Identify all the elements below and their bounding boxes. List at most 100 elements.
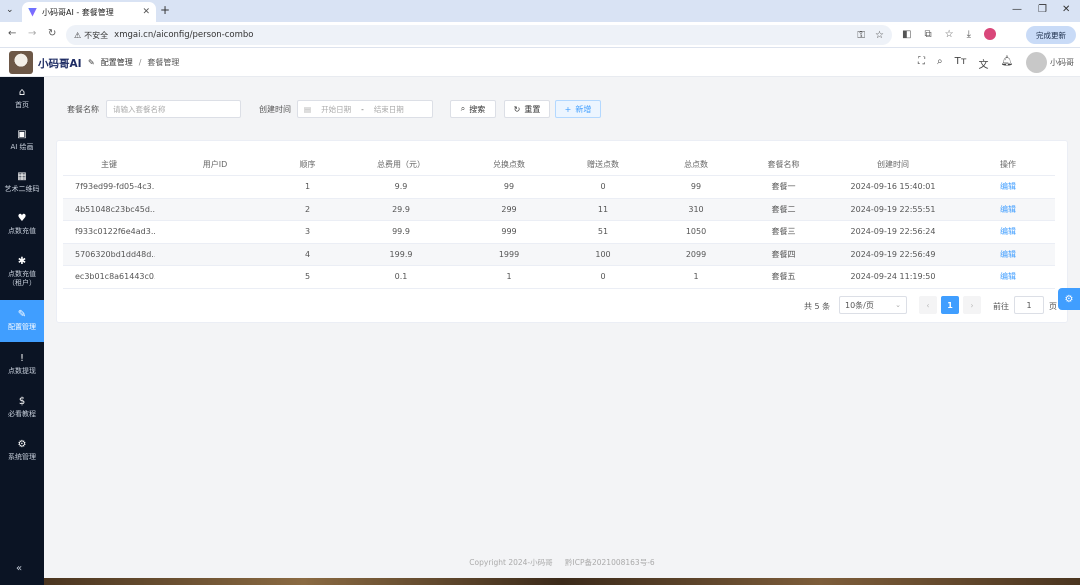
tab-close-icon[interactable]: ✕ [142,7,150,17]
heart-icon: ♥ [17,213,27,224]
url-text[interactable]: xmgai.cn/aiconfig/person-combo [114,30,253,40]
cell-created: 2024-09-24 11:19:50 [825,265,961,289]
cell-id: ec3b01c8a61443c0... [63,265,155,289]
window-close-icon[interactable]: ✕ [1062,4,1070,15]
prev-page-button[interactable]: ‹ [919,296,937,314]
pagination: 共 5 条 10条/页 ⌄ ‹ 1 › 前往 1 页 [57,296,1057,314]
translate-extension-icon[interactable]: ◧ [902,29,911,40]
cell-created: 2024-09-16 15:40:01 [825,175,961,199]
plus-icon: + [564,104,572,114]
breadcrumb-item[interactable]: 配置管理 [101,57,133,68]
sidebar-item-withdraw[interactable]: ! 点数提现 [0,345,44,385]
url-bar[interactable]: ⚠ 不安全 xmgai.cn/aiconfig/person-combo ⚿ ☆ [66,25,892,45]
forward-icon[interactable]: → [28,28,36,39]
edit-link[interactable]: 编辑 [961,198,1055,221]
profile-icon[interactable] [983,28,996,40]
sidebar-item-ai-draw[interactable]: ▣ AI 绘画 [0,121,44,161]
package-name-placeholder: 请输入套餐名称 [113,104,166,114]
update-button[interactable]: 完成更新 [1026,26,1076,44]
restore-icon[interactable]: ❐ [1038,4,1047,15]
sidebar-item-config[interactable]: ✎ 配置管理 [0,300,44,342]
package-table-card: 主键 用户ID 顺序 总费用（元） 兑换点数 赠送点数 总点数 套餐名称 创建时… [56,140,1068,323]
column-header: 总点数 [650,153,742,176]
reload-icon[interactable]: ↻ [48,28,56,39]
collapse-sidebar-icon[interactable]: « [16,563,22,574]
security-label: 不安全 [84,30,109,40]
table-row: f933c0122f6e4ad3... 3 99.9 999 51 1050 套… [63,220,1055,244]
next-page-button[interactable]: › [963,296,981,314]
edit-link[interactable]: 编辑 [961,265,1055,289]
cell-name: 套餐二 [742,198,825,221]
page-number-current[interactable]: 1 [941,296,959,314]
search-button[interactable]: ⌕ 搜索 [450,100,496,118]
extensions-icon[interactable]: ⧉ [924,29,931,40]
sidebar-item-tutorial[interactable]: $ 必看教程 [0,388,44,428]
column-header: 套餐名称 [742,153,825,176]
bookmarks-icon[interactable]: ☆ [945,29,954,40]
cell-fee: 99.9 [340,220,462,244]
avatar[interactable] [1026,52,1047,73]
edit-link[interactable]: 编辑 [961,220,1055,244]
sidebar-item-recharge[interactable]: ♥ 点数充值 [0,205,44,245]
tab-search-chevron-icon[interactable]: ⌄ [6,5,14,15]
brand-name: 小码哥AI [38,58,82,70]
pagination-total: 共 5 条 [804,302,831,311]
reset-button[interactable]: ↻ 重置 [504,100,550,118]
warning-icon: ⚠ [74,30,82,40]
sidebar-item-label: 必看教程 [8,410,36,418]
search-form: 套餐名称 请输入套餐名称 创建时间 ▤ 开始日期 - 结束日期 ⌕ 搜索 ↻ 重… [56,89,1068,131]
page-size-value: 10条/页 [845,300,874,310]
settings-float-button[interactable]: ⚙ [1058,288,1080,310]
icp-link[interactable]: 黔ICP备2021008163号-6 [565,558,655,567]
browser-tab[interactable]: 小码哥AI - 套餐管理 ✕ [22,2,156,22]
date-range-separator: - [361,104,364,114]
goto-page-input[interactable]: 1 [1014,296,1044,314]
cell-created: 2024-09-19 22:55:51 [825,198,961,221]
cell-order: 5 [275,265,340,289]
cell-name: 套餐五 [742,265,825,289]
main-content: 套餐名称 请输入套餐名称 创建时间 ▤ 开始日期 - 结束日期 ⌕ 搜索 ↻ 重… [44,77,1080,578]
cell-order: 1 [275,175,340,199]
page-size-select[interactable]: 10条/页 ⌄ [839,296,907,314]
table-row: 7f93ed99-fd05-4c3... 1 9.9 99 0 99 套餐一 2… [63,175,1055,199]
gear-icon: ⚙ [17,439,27,450]
footer: Copyright 2024-小码哥 黔ICP备2021008163号-6 [44,557,1080,568]
column-header: 操作 [961,153,1055,176]
sidebar-item-home[interactable]: ⌂ 首页 [0,79,44,119]
back-icon[interactable]: ← [8,28,16,39]
sidebar-item-recharge-tenant[interactable]: ✱ 点数充值（租户） [0,249,44,295]
cell-user-id [155,265,275,289]
minimize-icon[interactable]: — [1012,4,1022,15]
font-size-icon[interactable]: Tт [955,56,967,71]
sidebar-item-system[interactable]: ⚙ 系统管理 [0,431,44,471]
cell-id: 7f93ed99-fd05-4c3... [63,175,155,199]
cell-name: 套餐一 [742,175,825,199]
desktop-wallpaper-strip [44,578,1080,585]
key-icon[interactable]: ⚿ [857,30,865,41]
search-icon[interactable]: ⌕ [937,56,943,71]
package-name-input[interactable]: 请输入套餐名称 [106,100,241,118]
add-button[interactable]: + 新增 [555,100,601,118]
edit-link[interactable]: 编辑 [961,243,1055,266]
cell-name: 套餐四 [742,243,825,266]
bookmark-star-icon[interactable]: ☆ [875,30,884,41]
edit-link[interactable]: 编辑 [961,175,1055,199]
gear-icon: ⚙ [1064,293,1074,305]
bell-icon[interactable]: 🔔︎ [1001,56,1014,71]
date-range-picker[interactable]: ▤ 开始日期 - 结束日期 [297,100,433,118]
sidebar-item-label: 点数提现 [8,367,36,375]
new-tab-icon[interactable]: + [160,4,170,16]
download-icon[interactable]: ⤓ [967,29,971,40]
column-header: 顺序 [275,153,340,176]
fullscreen-icon[interactable]: ⛶ [918,56,925,71]
ai-icon: ▣ [17,129,27,140]
cell-created: 2024-09-19 22:56:49 [825,243,961,266]
sidebar-item-art-qrcode[interactable]: ▦ 艺术二维码 [0,163,44,203]
user-name[interactable]: 小码哥 [1050,57,1074,68]
column-header: 用户ID [155,153,275,176]
language-icon[interactable]: 文 [979,56,989,71]
security-indicator[interactable]: ⚠ 不安全 [74,30,108,41]
sidebar-item-label: AI 绘画 [10,143,34,151]
tab-title: 小码哥AI - 套餐管理 [42,7,114,17]
cell-name: 套餐三 [742,220,825,244]
